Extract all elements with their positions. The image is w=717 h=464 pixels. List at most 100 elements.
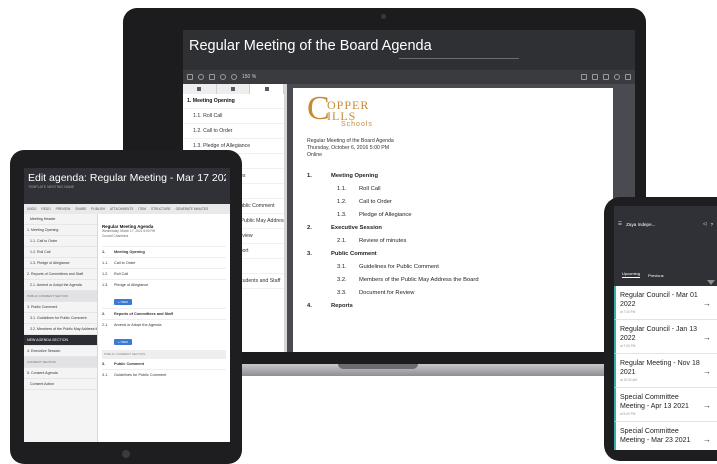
comment-icon[interactable]	[603, 74, 609, 80]
toolbar-button[interactable]: SHARE	[75, 207, 86, 211]
add-item-button[interactable]: + ITEM	[114, 339, 132, 345]
agenda-item-text: Reports	[331, 302, 353, 309]
agenda-item-text: Executive Session	[331, 224, 382, 231]
meeting-item[interactable]: Regular Council - Jan 13 2022 at 7:00 PM →	[614, 320, 717, 354]
meeting-item[interactable]: Special Committee Meeting - Apr 13 2021 a…	[614, 388, 717, 422]
agenda-number: 3.	[307, 250, 312, 257]
nav-item[interactable]: 3.2. Members of the Public May Address t…	[24, 324, 97, 335]
outline-item[interactable]: 1. Meeting Opening	[183, 94, 284, 109]
nav-item[interactable]: Meeting Header	[24, 214, 97, 225]
row-text: Reports of Committees and Staff	[114, 312, 174, 316]
help-icon[interactable]: ?	[710, 222, 713, 227]
toolbar-button[interactable]: PUBLISH	[91, 207, 105, 211]
add-item-button[interactable]: + ITEM	[114, 299, 132, 305]
meeting-item[interactable]: Regular Meeting - Nov 18 2021 at 10:30 AM…	[614, 354, 717, 388]
preview-row[interactable]: 2. Reports of Committees and Staff	[102, 308, 226, 319]
nav-item[interactable]: 1.2. Roll Call	[24, 247, 97, 258]
toolbar-button[interactable]: PREVIEW	[56, 207, 71, 211]
row-text: Roll Call	[114, 272, 129, 276]
row-number: 3.1.	[102, 373, 109, 377]
arrow-right-icon[interactable]: →	[703, 435, 713, 444]
meeting-text: Regular Meeting - Nov 18 2021 at 10:30 AM	[620, 359, 703, 384]
row-number: 1.1.	[102, 261, 109, 265]
meeting-text: Special Committee Meeting - Mar 23 2021	[620, 427, 703, 450]
agenda-number: 2.	[307, 224, 312, 231]
nav-item[interactable]: NEW AGENDA SECTION	[24, 335, 97, 346]
meeting-text: Regular Council - Jan 13 2022 at 7:00 PM	[620, 325, 703, 350]
arrow-right-icon[interactable]: →	[703, 401, 713, 410]
nav-item[interactable]: 3.1. Guidelines for Public Comment	[24, 313, 97, 324]
zoom-in-icon[interactable]	[231, 74, 237, 80]
tab-thumbnails[interactable]	[183, 84, 217, 94]
nav-item[interactable]: 1.1. Call to Order	[24, 236, 97, 247]
tab-outline[interactable]	[250, 84, 284, 94]
toolbar-button[interactable]: STRUCTURE	[151, 207, 171, 211]
preview-rows: 1. Meeting Opening 1.1. Call to Order 1.2. Ro…	[102, 246, 226, 380]
meeting-item[interactable]: Special Committee Meeting - Mar 23 2021 →	[614, 422, 717, 450]
agenda-item-text: Meeting Opening	[331, 172, 379, 179]
toolbar-button[interactable]: UNDO	[27, 207, 36, 211]
agenda-number: 1.	[307, 172, 312, 179]
filter-icon[interactable]	[707, 280, 715, 285]
arrow-right-icon[interactable]: →	[703, 333, 713, 342]
tab-bookmarks[interactable]	[217, 84, 251, 94]
pan-icon[interactable]	[209, 74, 215, 80]
nav-item[interactable]: Consent Action	[24, 379, 97, 390]
preview-row[interactable]: 1. Meeting Opening	[102, 246, 226, 257]
preview-row[interactable]: 1.1. Call to Order	[102, 257, 226, 268]
agenda-item-text: Members of the Public May Address the Bo…	[359, 276, 479, 283]
arrow-right-icon[interactable]: →	[703, 367, 713, 376]
org-name[interactable]: Zaya Indepe...	[626, 222, 655, 227]
arrow-right-icon[interactable]: →	[703, 299, 713, 308]
phone-tabs: Upcoming Previous	[614, 242, 717, 286]
preview-location: Council Chambers	[102, 233, 129, 238]
row-text: Amend or Adopt the Agenda	[114, 323, 162, 327]
meeting-item[interactable]: Regular Council - Mar 01 2022 at 7:00 PM →	[614, 286, 717, 320]
tablet-toolbar: UNDO REDO PREVIEW SHARE PUBLISH ATTACHMENTS IT…	[24, 204, 230, 214]
preview-row[interactable]: 1.3. Pledge of Allegiance	[102, 279, 226, 290]
agenda-item-text: Call to Order	[359, 198, 392, 205]
settings-icon[interactable]	[198, 74, 204, 80]
hamburger-menu-icon[interactable]: ☰	[618, 221, 622, 227]
zoom-out-icon[interactable]	[220, 74, 226, 80]
page-area[interactable]: C OPPER ILLS Schools Regular Meeting of …	[287, 84, 635, 352]
pdf-body: 1. Meeting Opening 1.1. Roll Call 1.2. Cal…	[183, 84, 635, 352]
sidebar-toggle-icon[interactable]	[187, 74, 193, 80]
toolbar-button[interactable]: ATTACHMENTS	[110, 207, 133, 211]
nav-item[interactable]: 3. Public Comment	[24, 302, 97, 313]
outline-item[interactable]: 1.1. Roll Call	[183, 109, 284, 124]
more-menu-icon[interactable]	[625, 74, 631, 80]
nav-item[interactable]: 4. Executive Session	[24, 346, 97, 357]
toolbar-button[interactable]: GENERATE MINUTES	[176, 207, 209, 211]
outline-item[interactable]: 1.2. Call to Order	[183, 124, 284, 139]
meeting-title: Regular Council - Jan 13 2022	[620, 326, 698, 342]
search-icon[interactable]	[614, 74, 620, 80]
row-number: 1.3.	[102, 283, 109, 287]
toolbar-button[interactable]: REDO	[41, 207, 50, 211]
document-title: Regular Meeting of the Board Agenda	[189, 38, 432, 54]
section-label: PUBLIC COMMENT SECTION	[102, 350, 226, 358]
agenda-row: 1.3. Pledge of Allegiance	[307, 208, 599, 221]
preview-row[interactable]: 3. Public Comment	[102, 358, 226, 369]
nav-item[interactable]: 1.3. Pledge of Allegiance	[24, 258, 97, 269]
zoom-level[interactable]: 150 %	[242, 74, 256, 80]
tab-upcoming[interactable]: Upcoming	[622, 271, 641, 278]
nav-item[interactable]: 2.1. Amend or Adopt the Agenda	[24, 280, 97, 291]
agenda-row: 3.2. Members of the Public May Address th…	[307, 273, 599, 286]
device-showcase: Regular Meeting of the Board Agenda 150 …	[0, 0, 717, 464]
agenda-row: 2. Executive Session	[307, 221, 599, 234]
nav-item[interactable]: 1. Meeting Opening	[24, 225, 97, 236]
preview-row[interactable]: 3.1. Guidelines for Public Comment	[102, 369, 226, 380]
preview-row[interactable]: 1.2. Roll Call	[102, 268, 226, 279]
annotate-icon[interactable]	[581, 74, 587, 80]
nav-item[interactable]: 5. Consent Agenda	[24, 368, 97, 379]
edit-agenda-subtitle: TEMPLATE MEETING NAME	[28, 185, 75, 189]
nav-item[interactable]: 2. Reports of Committees and Staff	[24, 269, 97, 280]
row-number: 1.2.	[102, 272, 109, 276]
announcement-icon[interactable]: ◁	[703, 221, 707, 227]
tab-previous[interactable]: Previous	[648, 273, 664, 278]
toolbar-button[interactable]: ITEM	[138, 207, 146, 211]
agenda-number: 2.1.	[337, 237, 347, 244]
shapes-icon[interactable]	[592, 74, 598, 80]
preview-row[interactable]: 2.1. Amend or Adopt the Agenda	[102, 319, 226, 330]
